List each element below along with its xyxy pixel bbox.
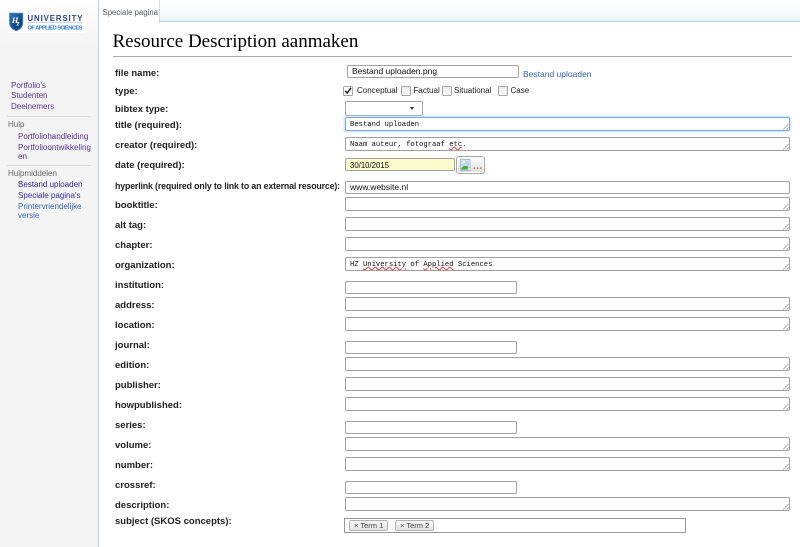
svg-text:OF APPLIED SCIENCES: OF APPLIED SCIENCES: [28, 25, 83, 31]
svg-text:UNIVERSITY: UNIVERSITY: [28, 14, 84, 23]
svg-text:z: z: [16, 19, 20, 28]
